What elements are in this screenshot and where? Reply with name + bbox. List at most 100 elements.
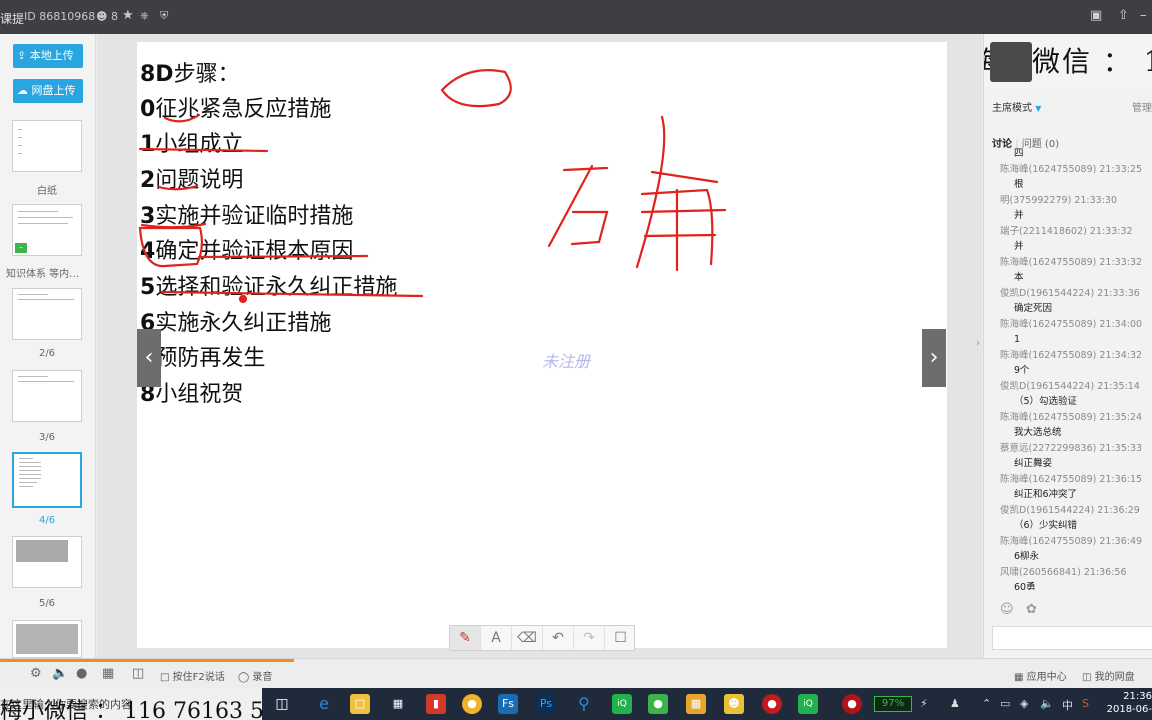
wifi-icon[interactable]: ◈	[1020, 697, 1028, 710]
arrow-up-icon[interactable]: ⇧	[1118, 8, 1129, 23]
emoji-icon[interactable]: ☺	[1000, 602, 1014, 617]
folder-icon[interactable]: □	[350, 694, 370, 714]
chat-user: 风啸(260566841) 21:36:56	[1000, 566, 1127, 578]
user-icon[interactable]: ♟	[950, 697, 960, 710]
layout-icon[interactable]: ▣	[1090, 8, 1102, 23]
settings-icon[interactable]: ⚙	[30, 666, 42, 681]
slide-thumb-2[interactable]	[12, 288, 82, 340]
volume-icon[interactable]: 🔈	[1040, 697, 1054, 710]
slide-canvas[interactable]: 8D步骤： 0征兆紧急反应措施 1小组成立 2问题说明 3实施并验证临时措施 4…	[137, 42, 947, 648]
slide-thumb-6[interactable]	[12, 620, 82, 658]
lock-icon[interactable]: ☐	[605, 626, 636, 650]
chat-user: 端子(2211418602) 21:33:32	[1000, 225, 1133, 237]
cloud-upload-button[interactable]: ☁ 网盘上传	[13, 79, 83, 103]
chat-message: 并	[1014, 210, 1024, 221]
cloud-icon: ☁	[17, 84, 28, 97]
text-icon[interactable]: A	[481, 626, 512, 650]
share-icon[interactable]: ⎈	[140, 9, 149, 23]
undo-icon[interactable]: ↶	[543, 626, 574, 650]
task-view-icon[interactable]: ◫	[272, 694, 292, 714]
store-icon[interactable]: ▦	[388, 694, 408, 714]
battery-indicator[interactable]: 97%	[874, 696, 912, 712]
step-item: 5选择和验证永久纠正措施	[140, 275, 398, 300]
chat-user: 陈海峰(1624755089) 21:36:15	[1000, 473, 1143, 485]
upload-icon: ⇪	[17, 49, 27, 62]
chat-user: 蔡意远(2272299836) 21:35:33	[1000, 442, 1143, 454]
pen-icon[interactable]: ✎	[450, 626, 481, 650]
slide-thumb-3[interactable]	[12, 370, 82, 422]
sogou-icon[interactable]: S	[1082, 697, 1089, 710]
windows-taskbar: 在这里输入你要搜索的内容 梅小微信 ： 116 76163 5 ◫ e □ ▦ …	[0, 688, 1152, 720]
slides-panel: ⇪ 本地上传 ☁ 网盘上传 白纸 – 知识体系 等内… 2/6 3/6 4/6 …	[0, 34, 96, 658]
iqiyi-icon[interactable]: iQ	[798, 694, 818, 714]
layout-icon[interactable]: ◫	[132, 666, 144, 681]
ime-indicator[interactable]: 中	[1062, 697, 1073, 713]
local-upload-button[interactable]: ⇪ 本地上传	[13, 44, 83, 68]
shield-icon[interactable]: ⛨	[160, 9, 168, 23]
my-disk-button[interactable]: ◫ 我的网盘	[1082, 668, 1135, 683]
step-item: 6实施永久纠正措施	[140, 311, 332, 336]
slide-thumb-1[interactable]: –	[12, 204, 82, 256]
plug-icon[interactable]: ⚡	[920, 697, 928, 710]
chat-user: 俊凯D(1961544224) 21:33:36	[1000, 287, 1140, 299]
step-item: 2问题说明	[140, 168, 244, 193]
chevron-right-icon: ›	[929, 345, 939, 370]
push-to-talk-button[interactable]: □ 按住F2说话	[160, 668, 225, 683]
chat-panel: 梅小微信 ： 11 › 主席模式 ▼ 管理 讨论 | 问题 (0) 四陈海峰(1…	[976, 34, 1152, 658]
flower-icon[interactable]: ✿	[1026, 602, 1037, 617]
fs-icon[interactable]: Fs	[498, 694, 518, 714]
photoshop-icon[interactable]: Ps	[536, 694, 556, 714]
apps-icon: ▦	[1014, 672, 1024, 683]
network-icon[interactable]: ▭	[1000, 697, 1010, 710]
chat-message: 确定死因	[1014, 303, 1053, 314]
minimize-icon[interactable]: –	[1140, 8, 1147, 23]
slide-thumb-4[interactable]	[12, 452, 82, 508]
chat-user: 陈海峰(1624755089) 21:33:32	[1000, 256, 1143, 268]
thumb-label: 5/6	[38, 598, 56, 609]
chat-user: 陈海峰(1624755089) 21:33:25	[1000, 163, 1143, 175]
cat-icon[interactable]: ☻	[724, 694, 744, 714]
chevron-up-icon[interactable]: ⌃	[982, 697, 991, 710]
taskbar-search[interactable]: 在这里输入你要搜索的内容 梅小微信 ： 116 76163 5	[0, 688, 264, 720]
slide-thumb-5[interactable]	[12, 536, 82, 588]
slide-thumb-blank[interactable]	[12, 120, 82, 172]
clock[interactable]: 21:36 2018-06-	[1106, 690, 1152, 716]
step-item: 1小组成立	[140, 132, 244, 157]
thumb-label: 2/6	[38, 348, 56, 359]
manage-link[interactable]: 管理	[1132, 99, 1152, 114]
next-slide-button[interactable]: ›	[922, 329, 946, 387]
iqiyi-icon[interactable]: iQ	[612, 694, 632, 714]
redo-icon[interactable]: ↷	[574, 626, 605, 650]
mic-icon[interactable]: ●	[76, 666, 87, 681]
slide-badge: –	[15, 243, 27, 253]
chat-user: 陈海峰(1624755089) 21:36:49	[1000, 535, 1143, 547]
chat-message: 9个	[1014, 365, 1030, 376]
edge-icon[interactable]: e	[314, 694, 334, 714]
video-preview[interactable]: 梅小微信 ： 11	[984, 34, 1152, 88]
prev-slide-button[interactable]: ‹	[137, 329, 161, 387]
search-app-icon[interactable]: ⚲	[574, 694, 594, 714]
chat-list[interactable]: 四陈海峰(1624755089) 21:33:25 根明(375992279) 2…	[984, 146, 1152, 590]
chat-message: 1	[1014, 334, 1021, 345]
mode-selector[interactable]: 主席模式 ▼	[992, 99, 1041, 114]
package-icon[interactable]: ▦	[686, 694, 706, 714]
app-center-button[interactable]: ▦ 应用中心	[1014, 668, 1067, 683]
chevron-down-icon: ▼	[1035, 104, 1042, 113]
wechat-icon[interactable]: ●	[648, 694, 668, 714]
record-button[interactable]: ◯ 录音	[238, 668, 272, 683]
speaker-icon[interactable]: 🔈	[52, 666, 68, 681]
step-item: 3实施并验证临时措施	[140, 204, 354, 229]
chrome-icon[interactable]: ●	[462, 694, 482, 714]
record-icon: ◯	[238, 672, 250, 683]
red-app-icon[interactable]: ●	[842, 694, 862, 714]
chat-input[interactable]	[992, 626, 1152, 650]
grid-icon[interactable]: ▦	[102, 666, 114, 681]
thumb-label: 4/6	[38, 515, 56, 526]
people-count[interactable]: ☻ 8	[96, 10, 118, 23]
red-app-icon[interactable]: ●	[762, 694, 782, 714]
star-icon[interactable]: ★	[122, 8, 134, 23]
collapse-icon[interactable]: ›	[976, 338, 980, 349]
app-icon[interactable]: ▮	[426, 694, 446, 714]
step-item: 4确定并验证根本原因	[140, 239, 354, 264]
eraser-icon[interactable]: ⌫	[512, 626, 543, 650]
